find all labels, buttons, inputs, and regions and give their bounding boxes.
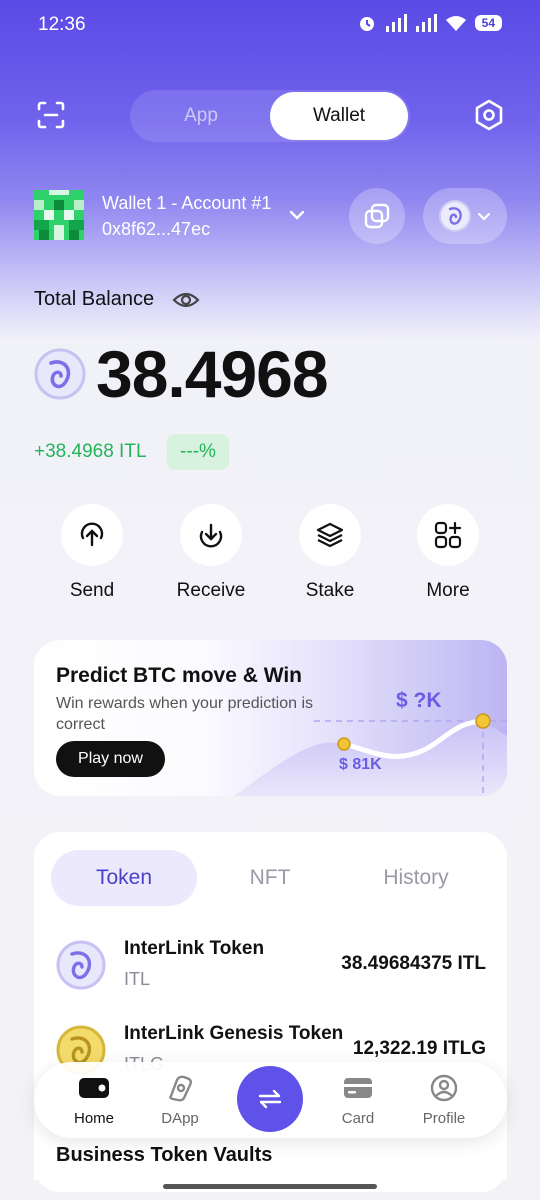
battery-indicator: 54 (474, 15, 502, 31)
segment-wallet[interactable]: Wallet (270, 92, 408, 140)
copy-icon (364, 203, 390, 229)
signal-2-icon (415, 14, 437, 32)
balance-value: 38.4968 (96, 337, 329, 411)
receive-action[interactable]: Receive (161, 504, 261, 602)
token-symbol: ITL (124, 969, 151, 989)
more-label: More (426, 580, 470, 601)
tab-history[interactable]: History (343, 850, 489, 906)
promo-current-price: $ 81K (339, 756, 382, 773)
send-label: Send (69, 580, 115, 601)
account-name[interactable]: Wallet 1 - Account #1 (102, 193, 271, 214)
stake-label: Stake (305, 580, 355, 601)
nav-card-label: Card (341, 1110, 375, 1127)
signal-icon (385, 14, 407, 32)
account-address[interactable]: 0x8f62...47ec (102, 219, 210, 240)
nav-card[interactable]: Card (318, 1074, 398, 1127)
wallet-icon (79, 1078, 109, 1098)
nav-profile[interactable]: Profile (404, 1074, 484, 1127)
section-title: Business Token Vaults (56, 1144, 273, 1166)
swap-button[interactable] (237, 1066, 303, 1132)
balance-change: +38.4968 ITL (34, 441, 147, 462)
more-action[interactable]: More (398, 504, 498, 602)
stake-button[interactable] (299, 504, 361, 566)
wifi-icon (445, 16, 466, 31)
segment-app[interactable]: App (132, 92, 270, 140)
token-name: InterLink Genesis Token (124, 1023, 344, 1044)
nav-dapp-label: DApp (161, 1110, 199, 1127)
home-indicator[interactable] (163, 1184, 377, 1189)
scan-icon (37, 101, 65, 129)
status-time: 12:36 (38, 14, 86, 35)
play-now-button[interactable]: Play now (56, 741, 165, 777)
eye-icon (172, 292, 200, 308)
receive-button[interactable] (180, 504, 242, 566)
itl-coin-icon (56, 940, 106, 990)
tab-nft[interactable]: NFT (197, 850, 343, 906)
scan-qr-button[interactable] (36, 100, 66, 130)
nav-home-label: Home (73, 1110, 114, 1127)
itl-coin-icon (439, 200, 471, 232)
alarm-icon (359, 17, 374, 31)
nav-home[interactable]: Home (54, 1074, 134, 1127)
chevron-down-icon (289, 210, 305, 220)
promo-target-price: $ ?K (396, 689, 442, 712)
account-dropdown[interactable] (288, 208, 306, 222)
compass-icon (169, 1075, 192, 1102)
promo-title: Predict BTC move & Win (56, 664, 303, 687)
app-wallet-switch: App Wallet (130, 90, 410, 142)
send-action[interactable]: Send (42, 504, 142, 602)
profile-icon (430, 1074, 458, 1102)
bottom-nav: Home DApp Card Profile (34, 1062, 507, 1138)
pixel-avatar-icon (34, 190, 84, 240)
more-icon (434, 521, 462, 549)
hexagon-settings-icon (475, 99, 503, 131)
send-button[interactable] (61, 504, 123, 566)
stake-icon (316, 522, 344, 548)
itl-coin-icon (34, 348, 86, 400)
more-button[interactable] (417, 504, 479, 566)
stake-action[interactable]: Stake (280, 504, 380, 602)
percent-change-badge: ---% (167, 434, 229, 470)
token-row[interactable]: InterLink Token ITL 38.49684375 ITL (56, 936, 486, 996)
nav-dapp[interactable]: DApp (140, 1074, 220, 1127)
promo-subtitle: Win rewards when your prediction is corr… (56, 695, 313, 733)
receive-icon (199, 523, 223, 548)
receive-label: Receive (176, 580, 246, 601)
promo-banner[interactable]: Predict BTC move & Win Win rewards when … (34, 640, 507, 796)
swap-icon (258, 1089, 282, 1109)
token-amount: 12,322.19 ITLG (352, 1038, 486, 1059)
total-balance-label: Total Balance (34, 288, 155, 310)
settings-button[interactable] (472, 98, 506, 132)
token-name: InterLink Token (124, 938, 265, 959)
token-amount: 38.49684375 ITL (341, 953, 486, 974)
status-bar: 12:36 54 (0, 0, 540, 50)
copy-address-button[interactable] (349, 188, 405, 244)
chevron-down-icon (477, 212, 491, 221)
status-icons: 54 (357, 13, 502, 33)
avatar[interactable] (34, 190, 84, 240)
balance-coin-icon (34, 348, 86, 400)
toggle-balance-visibility[interactable] (172, 289, 200, 311)
nav-profile-label: Profile (422, 1110, 466, 1127)
network-selector[interactable] (423, 188, 507, 244)
tab-token[interactable]: Token (51, 850, 197, 906)
card-icon (344, 1078, 372, 1098)
send-icon (80, 522, 104, 547)
